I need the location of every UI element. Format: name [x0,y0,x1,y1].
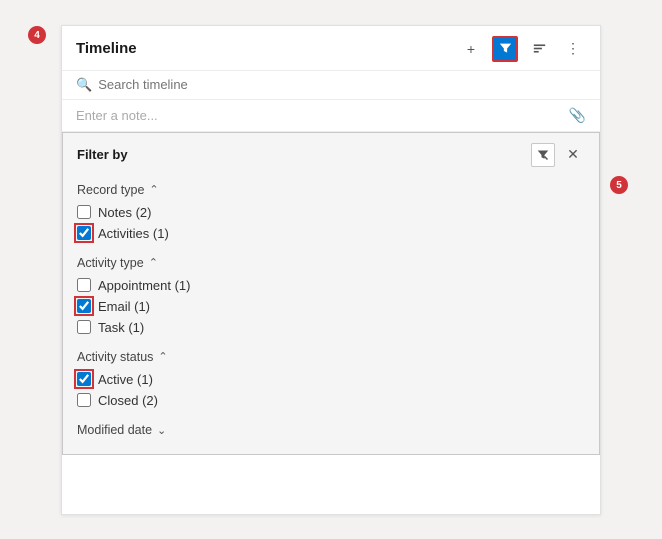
sort-icon [533,42,546,55]
email-checkbox[interactable] [77,299,91,313]
activity-status-heading[interactable]: Activity status ⌃ [77,350,585,364]
closed-label: Closed (2) [98,393,158,408]
appointment-label: Appointment (1) [98,278,191,293]
notes-label: Notes (2) [98,205,151,220]
close-filter-button[interactable]: ✕ [561,143,585,167]
badge-5: 5 [610,176,628,194]
more-button[interactable]: ⋮ [560,36,586,62]
record-type-heading[interactable]: Record type ⌃ [77,183,585,197]
outer-container: 4 3 2 1 5 Timeline + [0,0,662,539]
header-icons: + ⋮ [458,36,586,62]
task-label: Task (1) [98,320,144,335]
search-bar: 🔍 [62,71,600,100]
section-record-type: Record type ⌃ Notes (2) Activities (1) [63,173,599,246]
activities-row: Activities (1) [77,223,585,244]
sort-button[interactable] [526,36,552,62]
search-icon: 🔍 [76,77,92,93]
activity-status-chevron: ⌃ [158,350,167,363]
modified-date-label: Modified date [77,423,152,437]
notes-row: Notes (2) [77,202,585,223]
filter-icon [499,42,512,55]
activities-checkbox[interactable] [77,226,91,240]
add-button[interactable]: + [458,36,484,62]
active-checkbox[interactable] [77,372,91,386]
timeline-title: Timeline [76,40,137,57]
notes-checkbox[interactable] [77,205,91,219]
note-input-row[interactable]: Enter a note... 📎 [62,100,600,132]
timeline-card: Timeline + ⋮ [61,25,601,515]
record-type-label: Record type [77,183,144,197]
badge-4: 4 [28,26,46,44]
filter-by-label: Filter by [77,147,128,162]
clear-filter-button[interactable] [531,143,555,167]
section-modified-date: Modified date ⌃ [63,413,599,444]
filter-panel: Filter by ✕ Record type ⌃ [62,132,600,455]
active-row: Active (1) [77,369,585,390]
email-row: Email (1) [77,296,585,317]
email-label: Email (1) [98,299,150,314]
appointment-row: Appointment (1) [77,275,585,296]
clear-filter-icon [537,149,549,161]
modified-date-heading[interactable]: Modified date ⌃ [77,423,585,437]
task-checkbox[interactable] [77,320,91,334]
active-label: Active (1) [98,372,153,387]
activity-type-label: Activity type [77,256,144,270]
paperclip-icon: 📎 [569,107,586,124]
activity-type-heading[interactable]: Activity type ⌃ [77,256,585,270]
section-activity-status: Activity status ⌃ Active (1) Closed (2) [63,340,599,413]
filter-panel-header: Filter by ✕ [63,133,599,173]
activity-type-chevron: ⌃ [149,256,158,269]
filter-panel-icons: ✕ [531,143,585,167]
modified-date-chevron: ⌃ [157,423,166,436]
search-input[interactable] [98,77,586,92]
activities-label: Activities (1) [98,226,169,241]
activity-status-label: Activity status [77,350,153,364]
filter-button[interactable] [492,36,518,62]
section-activity-type: Activity type ⌃ Appointment (1) Email (1… [63,246,599,340]
record-type-chevron: ⌃ [149,183,158,196]
note-placeholder: Enter a note... [76,108,158,123]
task-row: Task (1) [77,317,585,338]
appointment-checkbox[interactable] [77,278,91,292]
closed-checkbox[interactable] [77,393,91,407]
timeline-header: Timeline + ⋮ [62,26,600,71]
closed-row: Closed (2) [77,390,585,411]
